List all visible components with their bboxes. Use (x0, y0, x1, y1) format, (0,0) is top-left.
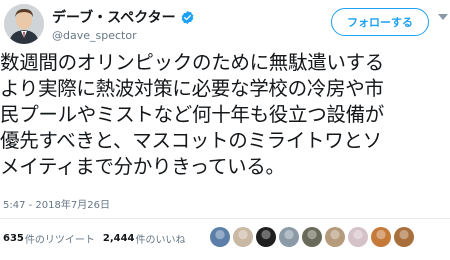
retweets-label: 件のリツイート (24, 235, 95, 246)
tweet-text: 数週間のオリンピックのために無駄遣いする より実際に熱波対策に必要な学校の冷房や… (0, 50, 450, 180)
divider (0, 218, 450, 219)
follow-button[interactable]: フォローする (331, 8, 429, 36)
retweets-stat[interactable]: 635 件のリツイート (3, 231, 95, 246)
avatar-photo-icon (4, 4, 44, 44)
display-name[interactable]: デーブ・スペクター (52, 7, 176, 27)
profile-avatar[interactable] (4, 4, 44, 44)
tweet-line: より実際に熱波対策に必要な学校の冷房や市 (0, 77, 384, 100)
likes-label: 件のいいね (135, 235, 186, 246)
verified-badge-icon (180, 10, 195, 25)
liker-avatar[interactable] (348, 227, 368, 247)
tweet-line: 数週間のオリンピックのために無駄遣いする (0, 51, 385, 74)
author-name-row[interactable]: デーブ・スペクター (52, 7, 195, 27)
tweet-line: 優先すべきと、マスコットのミライトワとソ (0, 129, 382, 152)
liker-avatar[interactable] (210, 227, 230, 247)
liker-avatar[interactable] (394, 227, 414, 247)
chevron-down-icon[interactable] (438, 14, 448, 20)
tweet-timestamp[interactable]: 5:47 - 2018年7月26日 (3, 196, 110, 211)
liker-avatar[interactable] (233, 227, 253, 247)
liker-avatar[interactable] (256, 227, 276, 247)
liker-avatar[interactable] (371, 227, 391, 247)
retweets-count: 635 (3, 233, 24, 244)
user-handle[interactable]: @dave_spector (52, 29, 137, 42)
liker-avatar[interactable] (325, 227, 345, 247)
liker-avatar[interactable] (302, 227, 322, 247)
likes-count: 2,444 (102, 233, 135, 244)
liker-avatars (210, 227, 417, 247)
liker-avatar[interactable] (279, 227, 299, 247)
likes-stat[interactable]: 2,444 件のいいね (103, 231, 186, 246)
tweet-line: メイティまで分かりきっている。 (0, 155, 285, 178)
tweet-line: 民プールやミストなど何十年も役立つ設備が (0, 103, 385, 126)
engagement-stats: 635 件のリツイート 2,444 件のいいね (3, 231, 194, 246)
